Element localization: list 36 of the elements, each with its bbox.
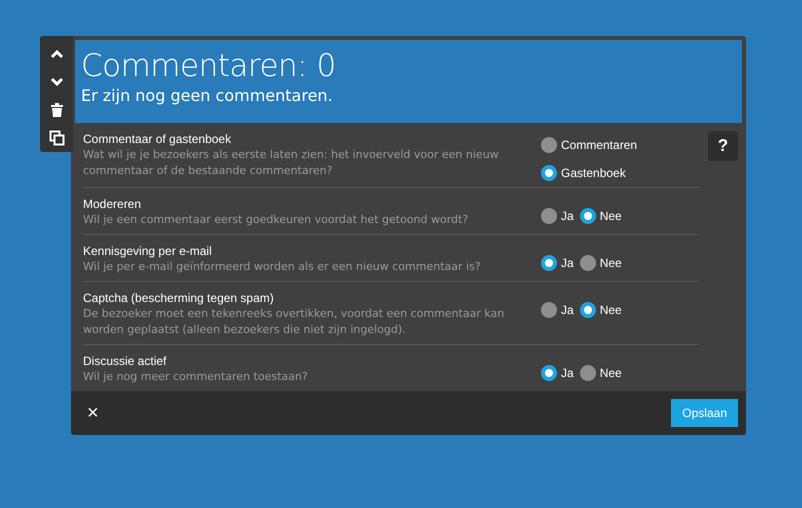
option-label: Ja bbox=[561, 209, 574, 223]
setting-description: Wat wil je je bezoekers als eerste laten zien: het invoerveld voor een nieuw commentaar of de bestaande commentaren? bbox=[83, 147, 500, 179]
setting-title: Kennisgeving per e-mail bbox=[83, 243, 212, 259]
close-button[interactable]: × bbox=[87, 402, 99, 424]
trash-icon bbox=[48, 102, 64, 118]
setting-description: De bezoeker moet een tekenreeks overtikken, voordat een commentaar kan worden geplaatst (alleen bezoekers die niet zijn ingelogd). bbox=[83, 306, 506, 338]
setting-title: Modereren bbox=[83, 196, 142, 212]
option-label: Nee bbox=[600, 366, 622, 380]
header-title: Commentaren: 0 bbox=[81, 48, 336, 84]
option-label: Commentaren bbox=[561, 138, 638, 152]
radio-option[interactable]: Nee bbox=[580, 365, 622, 381]
radio-option[interactable]: Nee bbox=[580, 302, 622, 318]
option-label: Nee bbox=[600, 209, 622, 223]
radio-option[interactable]: Ja bbox=[541, 255, 574, 271]
radio-option[interactable]: Commentaren bbox=[541, 137, 638, 153]
setting-title: Discussie actief bbox=[83, 353, 166, 369]
radio-option[interactable]: Ja bbox=[541, 208, 574, 224]
radio-option[interactable]: Nee bbox=[580, 255, 622, 271]
option-label: Ja bbox=[561, 366, 574, 380]
setting-title: Captcha (bescherming tegen spam) bbox=[83, 290, 274, 306]
setting-description: Wil je per e-mail geïnformeerd worden als er een nieuw commentaar is? bbox=[83, 259, 481, 275]
radio-option[interactable]: Gastenboek bbox=[541, 165, 626, 181]
option-label: Gastenboek bbox=[561, 166, 626, 180]
setting-description: Wil je nog meer commentaren toestaan? bbox=[83, 369, 308, 385]
option-label: Nee bbox=[600, 303, 622, 317]
radio-option[interactable]: Ja bbox=[541, 302, 574, 318]
radio-option[interactable]: Nee bbox=[580, 208, 622, 224]
setting-title: Commentaar of gastenboek bbox=[83, 131, 232, 147]
option-label: Nee bbox=[600, 256, 622, 270]
header-subtitle: Er zijn nog geen commentaren. bbox=[81, 86, 333, 105]
option-label: Ja bbox=[561, 303, 574, 317]
help-button[interactable]: ? bbox=[708, 131, 738, 161]
setting-description: Wil je een commentaar eerst goedkeuren voordat het getoond wordt? bbox=[83, 212, 468, 228]
copy-icon bbox=[48, 130, 64, 146]
option-label: Ja bbox=[561, 256, 574, 270]
radio-option[interactable]: Ja bbox=[541, 365, 574, 381]
